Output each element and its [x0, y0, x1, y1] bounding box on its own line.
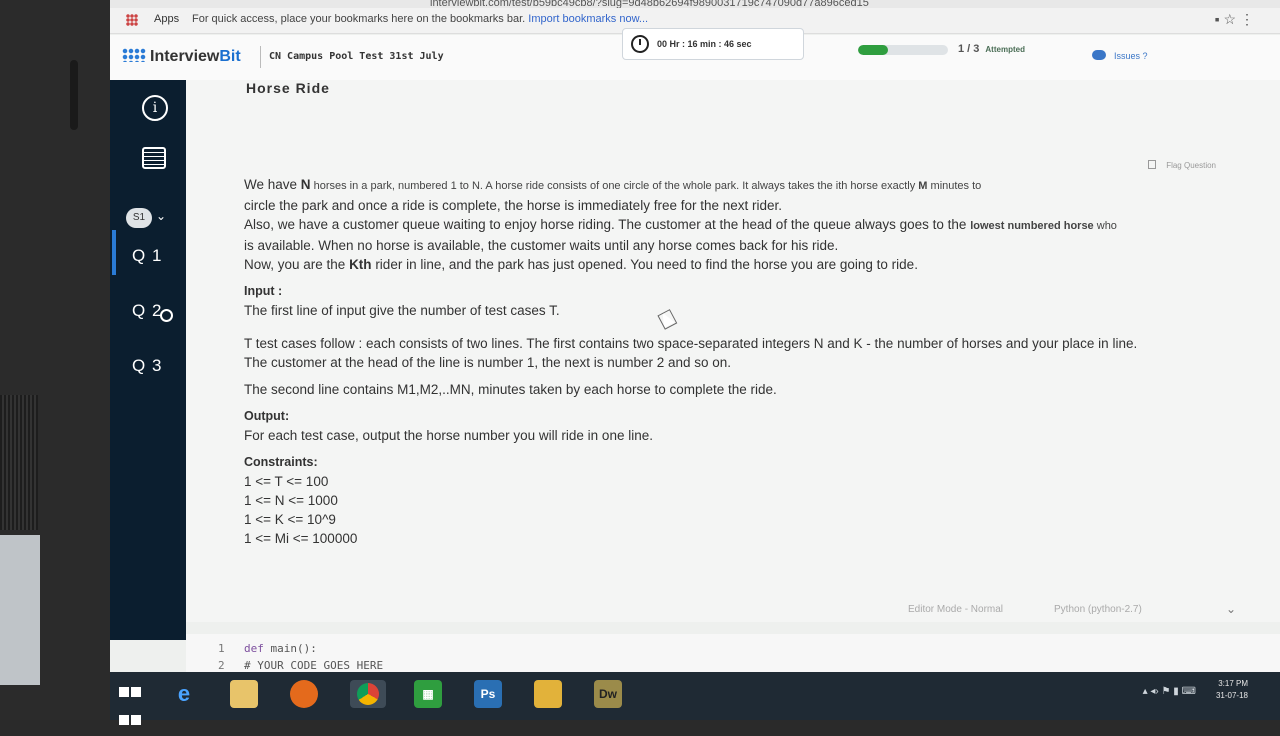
constraints-heading: Constraints: [244, 455, 318, 469]
constraint-item: 1 <= T <= 100 [244, 474, 329, 489]
description-line: circle the park and once a ride is compl… [244, 198, 783, 213]
countdown-timer: 00 Hr : 16 min : 46 sec [622, 28, 804, 60]
question-sidebar: i S1 ⌄ Q 1 Q 2 Q 3 [110, 80, 186, 640]
input-text: The customer at the head of the line is … [244, 355, 732, 370]
windows-start-icon[interactable] [116, 680, 144, 725]
output-heading: Output: [244, 409, 290, 423]
description-line: Also, we have a customer queue waiting t… [244, 217, 1117, 232]
code-line[interactable]: def main(): [244, 642, 317, 655]
desk-surface [0, 535, 40, 685]
windows-taskbar: e ▦ Ps Dw ▴ ◂› ⚑ ▮ ⌨ 3:17 PM 31-07-18 [110, 672, 1280, 725]
clock-icon [631, 35, 649, 53]
monitor-bezel [0, 0, 110, 720]
test-name: CN Campus Pool Test 31st July [260, 46, 444, 68]
input-heading: Input : [244, 284, 283, 298]
apps-link[interactable]: Apps [154, 13, 179, 25]
apps-grid-icon[interactable] [126, 14, 138, 26]
input-text: The first line of input give the number … [244, 303, 560, 318]
logo-mark-icon [122, 48, 146, 62]
description-line: Now, you are the Kth rider in line, and … [244, 257, 918, 272]
attempted-check-icon [160, 309, 174, 322]
bookmarks-hint: For quick access, place your bookmarks h… [192, 13, 649, 25]
sidebar-question-3[interactable]: Q 3 [132, 356, 162, 376]
system-clock[interactable]: 3:17 PM 31-07-18 [1216, 678, 1248, 702]
info-icon[interactable]: i [142, 95, 168, 121]
input-text: T test cases follow : each consists of t… [244, 336, 1138, 351]
line-number: 2 [218, 659, 225, 672]
chat-icon [1092, 50, 1106, 60]
description-line: We have N horses in a park, numbered 1 t… [244, 177, 982, 192]
section-selector[interactable]: S1 ⌄ [126, 207, 166, 228]
problem-panel: Horse Ride Flag Question We have N horse… [186, 80, 1280, 600]
photos-icon[interactable] [534, 680, 562, 708]
file-explorer-icon[interactable] [230, 680, 258, 708]
firefox-icon[interactable] [290, 680, 318, 708]
input-text: The second line contains M1,M2,..MN, min… [244, 382, 777, 397]
active-question-indicator [112, 230, 116, 275]
import-bookmarks-link[interactable]: Import bookmarks now... [528, 13, 648, 25]
line-number: 1 [218, 642, 225, 655]
chevron-down-icon[interactable]: ⌄ [1226, 602, 1236, 616]
chrome-icon[interactable] [350, 680, 386, 708]
problem-title: Horse Ride [246, 80, 330, 96]
editor-mode-select[interactable]: Editor Mode - Normal [908, 604, 1003, 615]
progress-fill [858, 45, 888, 55]
star-icon[interactable]: ▪ ☆ ⋮ [1215, 11, 1254, 28]
dreamweaver-icon[interactable]: Dw [594, 680, 622, 708]
screen: interviewbit.com/test/b59bc49cb8/?slug=9… [110, 0, 1280, 678]
description-line: is available. When no horse is available… [244, 238, 839, 253]
code-line[interactable]: # YOUR CODE GOES HERE [244, 659, 383, 672]
chevron-down-icon: ⌄ [156, 209, 167, 223]
language-select[interactable]: Python (python-2.7) [1054, 604, 1142, 615]
question-list-icon[interactable] [142, 147, 166, 169]
bezel-knob [70, 60, 78, 130]
constraint-item: 1 <= K <= 10^9 [244, 512, 336, 527]
constraint-item: 1 <= N <= 1000 [244, 493, 338, 508]
timer-text: 00 Hr : 16 min : 46 sec [657, 39, 752, 49]
internet-explorer-icon[interactable]: e [170, 680, 198, 708]
sidebar-question-2[interactable]: Q 2 [132, 301, 174, 322]
speaker-grille [0, 395, 38, 530]
editor-toolbar: Editor Mode - Normal Python (python-2.7)… [186, 598, 1280, 622]
constraint-item: 1 <= Mi <= 100000 [244, 531, 358, 546]
issues-button[interactable]: Issues ? [1092, 50, 1148, 61]
system-tray-icons[interactable]: ▴ ◂› ⚑ ▮ ⌨ [1143, 686, 1196, 697]
output-text: For each test case, output the horse num… [244, 428, 653, 443]
flag-icon [1148, 160, 1157, 169]
store-icon[interactable]: ▦ [414, 680, 442, 708]
flag-question-button[interactable]: Flag Question [1148, 160, 1216, 170]
photoshop-icon[interactable]: Ps [474, 680, 502, 708]
attempted-status: 1 / 3 Attempted [958, 43, 1025, 55]
logo[interactable]: InterviewBit [122, 48, 241, 66]
problem-statement: We have N horses in a park, numbered 1 t… [244, 175, 1219, 548]
attempted-progress-bar [858, 45, 948, 55]
sidebar-question-1[interactable]: Q 1 [132, 246, 162, 266]
